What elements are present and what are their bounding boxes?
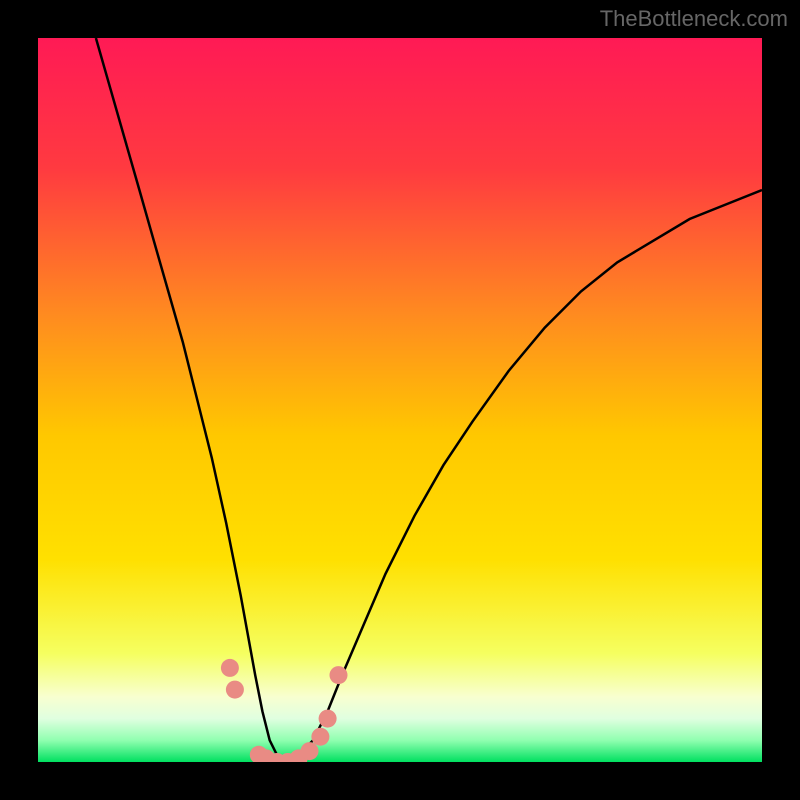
highlight-point: [221, 659, 239, 677]
highlight-point: [301, 742, 319, 760]
highlight-point: [226, 681, 244, 699]
highlight-point: [319, 710, 337, 728]
curve-layer: [38, 38, 762, 762]
highlight-point: [330, 666, 348, 684]
plot-area: [38, 38, 762, 762]
bottleneck-curve: [96, 38, 762, 762]
highlight-point: [311, 728, 329, 746]
watermark-text: TheBottleneck.com: [600, 6, 788, 32]
